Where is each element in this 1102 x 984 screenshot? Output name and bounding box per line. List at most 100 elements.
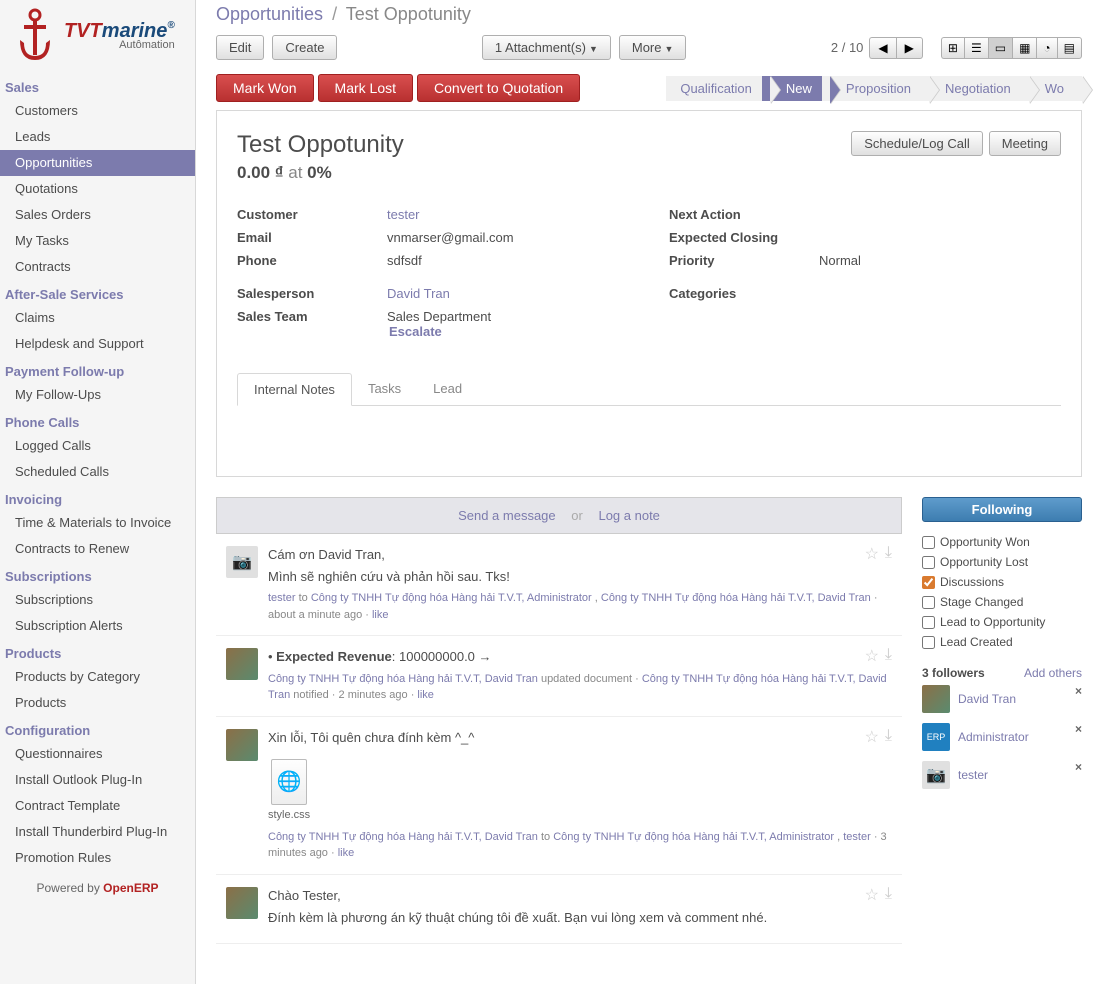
nav-header[interactable]: Configuration bbox=[0, 720, 195, 741]
nav-item[interactable]: My Tasks bbox=[0, 228, 195, 254]
nav-item[interactable]: Install Thunderbird Plug-In bbox=[0, 819, 195, 845]
nav-item[interactable]: Products bbox=[0, 690, 195, 716]
schedule-call-button[interactable]: Schedule/Log Call bbox=[851, 131, 983, 156]
nav-item[interactable]: Products by Category bbox=[0, 664, 195, 690]
reply-icon[interactable]: ⤓ bbox=[885, 727, 892, 747]
attachments-button[interactable]: 1 Attachment(s)▼ bbox=[482, 35, 611, 60]
nav-item[interactable]: Sales Orders bbox=[0, 202, 195, 228]
nav-item[interactable]: Scheduled Calls bbox=[0, 459, 195, 485]
tab[interactable]: Internal Notes bbox=[237, 373, 352, 406]
log-note-link[interactable]: Log a note bbox=[598, 508, 659, 523]
nav-item[interactable]: Helpdesk and Support bbox=[0, 331, 195, 357]
nav-item[interactable]: Time & Materials to Invoice bbox=[0, 510, 195, 536]
reply-icon[interactable]: ⤓ bbox=[885, 885, 892, 905]
tab[interactable]: Tasks bbox=[352, 373, 417, 405]
view-list[interactable]: ☰ bbox=[964, 37, 988, 59]
nav-header[interactable]: Sales bbox=[0, 77, 195, 98]
following-button[interactable]: Following bbox=[922, 497, 1082, 522]
nav-item[interactable]: Claims bbox=[0, 305, 195, 331]
breadcrumb-parent[interactable]: Opportunities bbox=[216, 4, 323, 24]
view-gantt[interactable]: ▤ bbox=[1057, 37, 1082, 59]
view-kanban[interactable]: ⊞ bbox=[941, 37, 964, 59]
subscription-item[interactable]: Opportunity Lost bbox=[922, 552, 1082, 572]
create-button[interactable]: Create bbox=[272, 35, 337, 60]
nav-header[interactable]: Phone Calls bbox=[0, 412, 195, 433]
subscription-checkbox[interactable] bbox=[922, 536, 935, 549]
pager-prev[interactable]: ◀ bbox=[869, 37, 895, 59]
field-value: Normal bbox=[819, 253, 861, 268]
subscription-checkbox[interactable] bbox=[922, 576, 935, 589]
nav-item[interactable]: Customers bbox=[0, 98, 195, 124]
star-icon[interactable]: ☆ bbox=[865, 727, 879, 747]
nav-header[interactable]: After-Sale Services bbox=[0, 284, 195, 305]
nav-header[interactable]: Subscriptions bbox=[0, 566, 195, 587]
logo[interactable]: TVTmarine® Autômation bbox=[0, 0, 195, 75]
field-label: Customer bbox=[237, 207, 387, 222]
send-message-link[interactable]: Send a message bbox=[458, 508, 556, 523]
subscription-item[interactable]: Lead to Opportunity bbox=[922, 612, 1082, 632]
nav-item[interactable]: My Follow-Ups bbox=[0, 382, 195, 408]
subscription-checkbox[interactable] bbox=[922, 596, 935, 609]
nav-item[interactable]: Opportunities bbox=[0, 150, 195, 176]
nav-header[interactable]: Products bbox=[0, 643, 195, 664]
subscription-checkbox[interactable] bbox=[922, 556, 935, 569]
subscription-checkbox[interactable] bbox=[922, 616, 935, 629]
nav-item[interactable]: Subscriptions bbox=[0, 587, 195, 613]
field-label: Salesperson bbox=[237, 286, 387, 301]
nav-item[interactable]: Contracts to Renew bbox=[0, 536, 195, 562]
openerp-link[interactable]: OpenERP bbox=[103, 881, 158, 895]
field-label: Next Action bbox=[669, 207, 819, 222]
reply-icon[interactable]: ⤓ bbox=[885, 544, 892, 564]
meeting-button[interactable]: Meeting bbox=[989, 131, 1061, 156]
view-form[interactable]: ▭ bbox=[988, 37, 1012, 59]
tabs: Internal NotesTasksLead bbox=[237, 373, 1061, 406]
pager-next[interactable]: ▶ bbox=[896, 37, 923, 59]
add-others-link[interactable]: Add others bbox=[1024, 666, 1082, 680]
convert-quotation-button[interactable]: Convert to Quotation bbox=[417, 74, 580, 102]
subscription-item[interactable]: Lead Created bbox=[922, 632, 1082, 652]
nav-item[interactable]: Contract Template bbox=[0, 793, 195, 819]
field-label: Sales Team bbox=[237, 309, 387, 324]
field-value: tester bbox=[387, 207, 420, 222]
view-graph[interactable]: ◔ bbox=[1036, 37, 1056, 59]
follower-link[interactable]: tester bbox=[958, 768, 988, 782]
nav-item[interactable]: Quotations bbox=[0, 176, 195, 202]
escalate-link[interactable]: Escalate bbox=[389, 324, 442, 339]
follower-link[interactable]: Administrator bbox=[958, 730, 1029, 744]
subscription-checkbox[interactable] bbox=[922, 636, 935, 649]
field-label: Expected Closing bbox=[669, 230, 819, 245]
nav-item[interactable]: Questionnaires bbox=[0, 741, 195, 767]
follower-item: ERPAdministrator× bbox=[922, 718, 1082, 756]
more-button[interactable]: More▼ bbox=[619, 35, 687, 60]
nav-item[interactable]: Leads bbox=[0, 124, 195, 150]
nav-item[interactable]: Promotion Rules bbox=[0, 845, 195, 871]
nav-item[interactable]: Contracts bbox=[0, 254, 195, 280]
subscription-item[interactable]: Stage Changed bbox=[922, 592, 1082, 612]
stage[interactable]: Qualification bbox=[666, 76, 770, 101]
nav-header[interactable]: Invoicing bbox=[0, 489, 195, 510]
field-label: Priority bbox=[669, 253, 819, 268]
view-switcher: ⊞ ☰ ▭ ▦ ◔ ▤ bbox=[941, 37, 1082, 59]
reply-icon[interactable]: ⤓ bbox=[885, 646, 892, 666]
star-icon[interactable]: ☆ bbox=[865, 646, 879, 666]
stage-bar: Mark Won Mark Lost Convert to Quotation … bbox=[196, 66, 1102, 110]
remove-follower-icon[interactable]: × bbox=[1075, 722, 1082, 736]
nav-item[interactable]: Logged Calls bbox=[0, 433, 195, 459]
follower-link[interactable]: David Tran bbox=[958, 692, 1016, 706]
subscription-item[interactable]: Discussions bbox=[922, 572, 1082, 592]
nav-item[interactable]: Install Outlook Plug-In bbox=[0, 767, 195, 793]
subscription-item[interactable]: Opportunity Won bbox=[922, 532, 1082, 552]
mark-won-button[interactable]: Mark Won bbox=[216, 74, 314, 102]
nav-item[interactable]: Subscription Alerts bbox=[0, 613, 195, 639]
nav-header[interactable]: Payment Follow-up bbox=[0, 361, 195, 382]
star-icon[interactable]: ☆ bbox=[865, 885, 879, 905]
mark-lost-button[interactable]: Mark Lost bbox=[318, 74, 413, 102]
remove-follower-icon[interactable]: × bbox=[1075, 684, 1082, 698]
view-calendar[interactable]: ▦ bbox=[1012, 37, 1036, 59]
remove-follower-icon[interactable]: × bbox=[1075, 760, 1082, 774]
star-icon[interactable]: ☆ bbox=[865, 544, 879, 564]
field-label: Email bbox=[237, 230, 387, 245]
edit-button[interactable]: Edit bbox=[216, 35, 264, 60]
attachment[interactable]: 🌐style.css bbox=[268, 759, 310, 821]
tab[interactable]: Lead bbox=[417, 373, 478, 405]
